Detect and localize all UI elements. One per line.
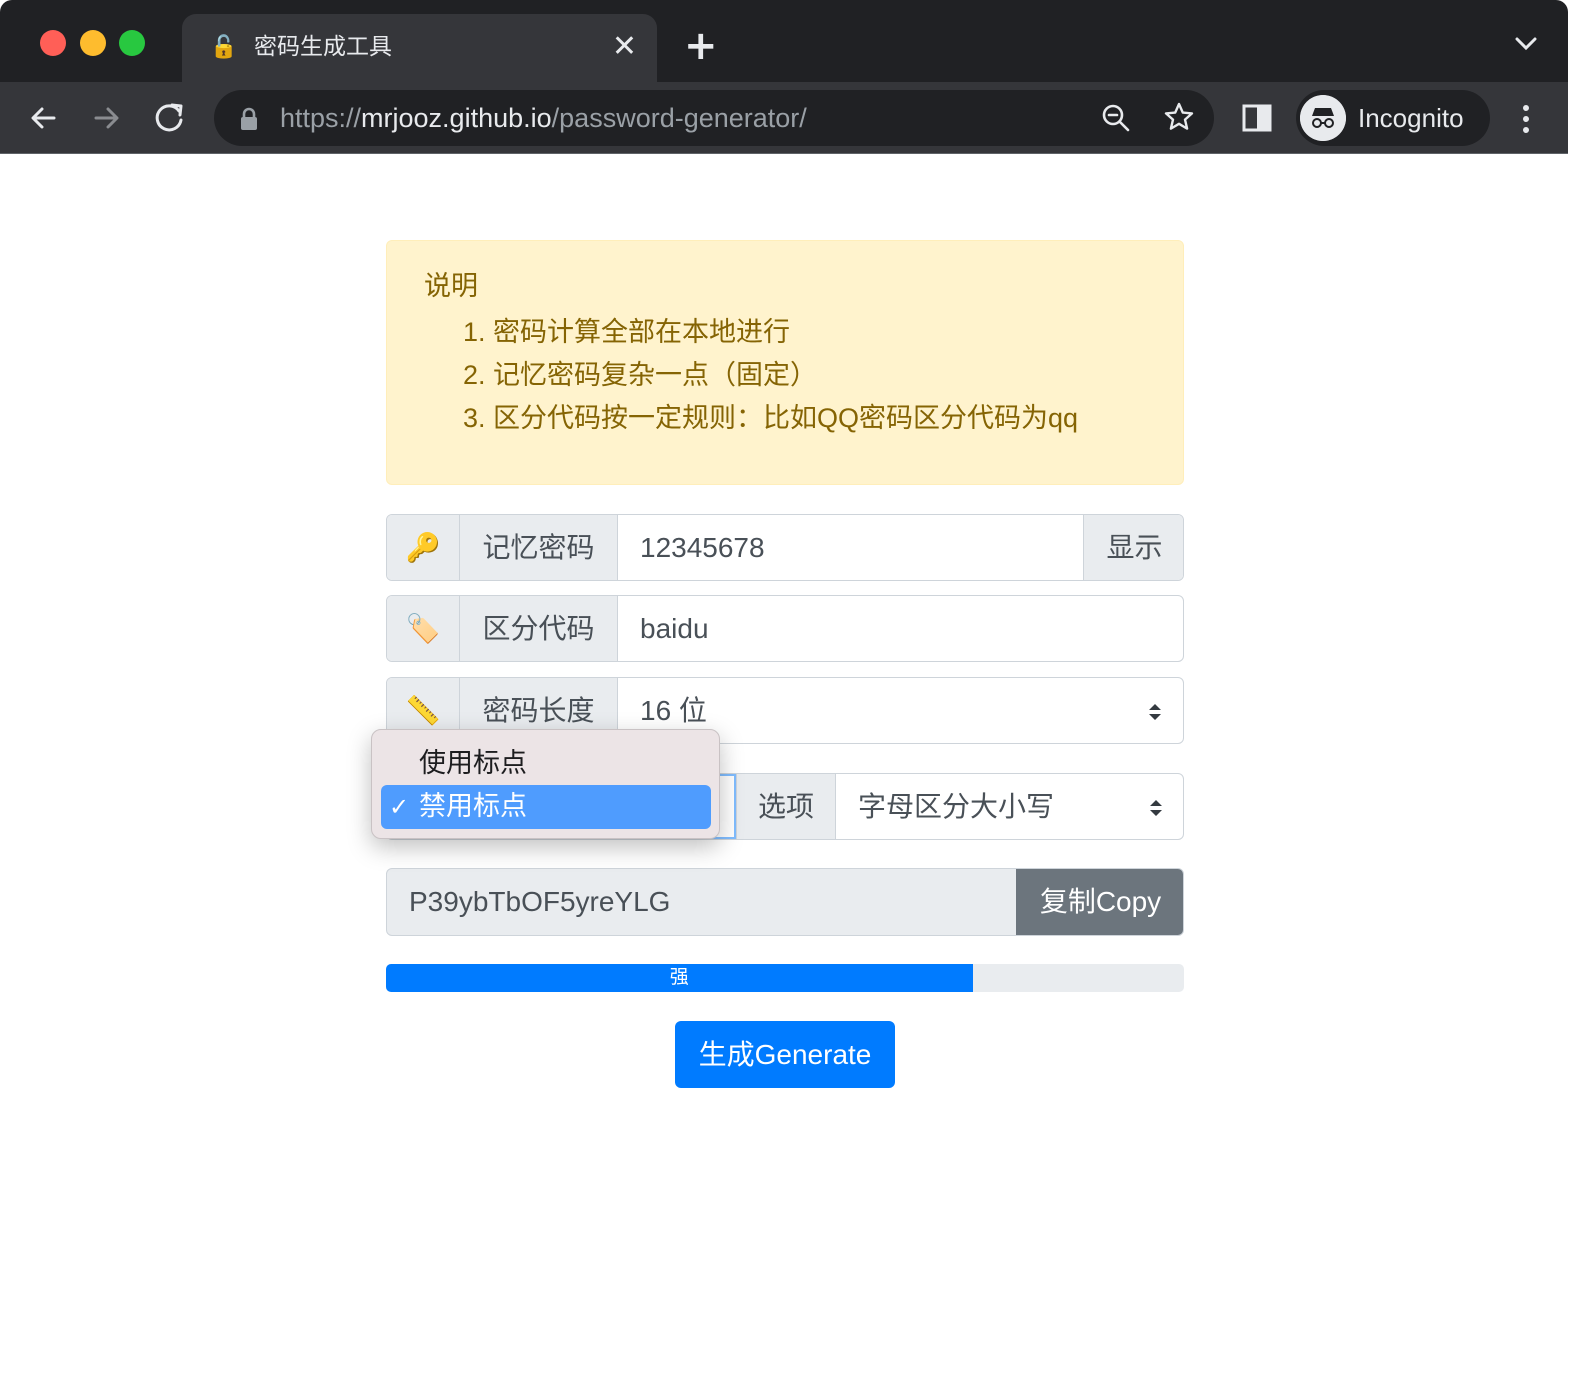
punctuation-dropdown-menu: 使用标点 ✓ 禁用标点 bbox=[371, 729, 720, 839]
case-option-select[interactable]: 字母区分大小写 bbox=[836, 774, 1183, 839]
tab-strip: 🔓 密码生成工具 ✕ + bbox=[0, 0, 1568, 82]
tag-icon: 🏷️ bbox=[387, 596, 460, 661]
browser-window: 🔓 密码生成工具 ✕ + https://mrjooz.github.io/pa… bbox=[0, 0, 1568, 1352]
chevron-down-icon[interactable] bbox=[1512, 32, 1540, 56]
notice-item: 3. 区分代码按一定规则：比如QQ密码区分代码为qq bbox=[463, 403, 1079, 433]
generated-password[interactable]: P39ybTbOF5yreYLG bbox=[409, 869, 670, 935]
select-arrows-icon bbox=[1150, 800, 1162, 816]
tab-title: 密码生成工具 bbox=[254, 34, 392, 60]
key-icon: 🔑 bbox=[387, 515, 460, 580]
strength-bar: 强 bbox=[386, 964, 973, 992]
incognito-indicator[interactable]: Incognito bbox=[1296, 90, 1490, 146]
memory-password-group: 🔑 记忆密码 12345678 显示 bbox=[386, 514, 1184, 581]
forward-arrow-icon[interactable] bbox=[84, 96, 128, 140]
dropdown-option-disable-punctuation[interactable]: ✓ 禁用标点 bbox=[381, 785, 711, 829]
url-text[interactable]: https://mrjooz.github.io/password-genera… bbox=[280, 100, 807, 136]
side-panel-icon[interactable] bbox=[1242, 104, 1272, 132]
strength-meter: 强 bbox=[386, 964, 1184, 992]
password-length-value: 16 位 bbox=[640, 695, 707, 726]
generate-button[interactable]: 生成Generate bbox=[675, 1021, 895, 1088]
more-menu-icon[interactable] bbox=[1516, 102, 1536, 136]
browser-toolbar: https://mrjooz.github.io/password-genera… bbox=[0, 82, 1568, 154]
distinguish-code-input[interactable]: baidu bbox=[618, 596, 1183, 661]
minimize-window-button[interactable] bbox=[80, 30, 106, 56]
unlock-icon: 🔓 bbox=[210, 35, 238, 60]
dropdown-option-use-punctuation[interactable]: 使用标点 bbox=[381, 742, 711, 786]
memory-password-input[interactable]: 12345678 bbox=[618, 515, 1084, 580]
close-window-button[interactable] bbox=[40, 30, 66, 56]
zoom-out-icon[interactable] bbox=[1100, 102, 1132, 134]
option-label: 使用标点 bbox=[419, 748, 527, 779]
bookmark-star-icon[interactable] bbox=[1162, 100, 1196, 134]
back-arrow-icon[interactable] bbox=[22, 96, 66, 140]
options-label: 选项 bbox=[736, 774, 836, 839]
notice-item: 1. 密码计算全部在本地进行 bbox=[463, 317, 791, 347]
option-label: 禁用标点 bbox=[419, 791, 527, 822]
memory-password-label: 记忆密码 bbox=[460, 515, 618, 580]
show-password-button[interactable]: 显示 bbox=[1083, 515, 1183, 580]
notice-item: 2. 记忆密码复杂一点（固定） bbox=[463, 360, 818, 390]
maximize-window-button[interactable] bbox=[119, 30, 145, 56]
distinguish-code-label: 区分代码 bbox=[460, 596, 618, 661]
incognito-icon bbox=[1300, 95, 1346, 141]
select-arrows-icon bbox=[1149, 704, 1161, 720]
new-tab-button[interactable]: + bbox=[684, 26, 718, 66]
copy-button[interactable]: 复制Copy bbox=[1016, 869, 1183, 935]
tab-password-generator[interactable]: 🔓 密码生成工具 ✕ bbox=[182, 14, 657, 82]
notice-alert: 说明 1. 密码计算全部在本地进行 2. 记忆密码复杂一点（固定） 3. 区分代… bbox=[386, 240, 1184, 485]
page-content: 说明 1. 密码计算全部在本地进行 2. 记忆密码复杂一点（固定） 3. 区分代… bbox=[0, 155, 1568, 1352]
reload-icon[interactable] bbox=[148, 96, 192, 140]
lock-icon[interactable] bbox=[238, 106, 260, 132]
incognito-label: Incognito bbox=[1358, 103, 1464, 133]
address-bar[interactable]: https://mrjooz.github.io/password-genera… bbox=[214, 90, 1214, 146]
notice-title: 说明 bbox=[424, 271, 478, 301]
distinguish-code-group: 🏷️ 区分代码 baidu bbox=[386, 595, 1184, 662]
close-icon[interactable]: ✕ bbox=[612, 30, 637, 64]
case-option-value: 字母区分大小写 bbox=[858, 791, 1055, 822]
checkmark-icon: ✓ bbox=[389, 793, 410, 821]
result-group: P39ybTbOF5yreYLG 复制Copy bbox=[386, 868, 1184, 936]
notice-list: 1. 密码计算全部在本地进行 2. 记忆密码复杂一点（固定） 3. 区分代码按一… bbox=[463, 311, 1078, 440]
